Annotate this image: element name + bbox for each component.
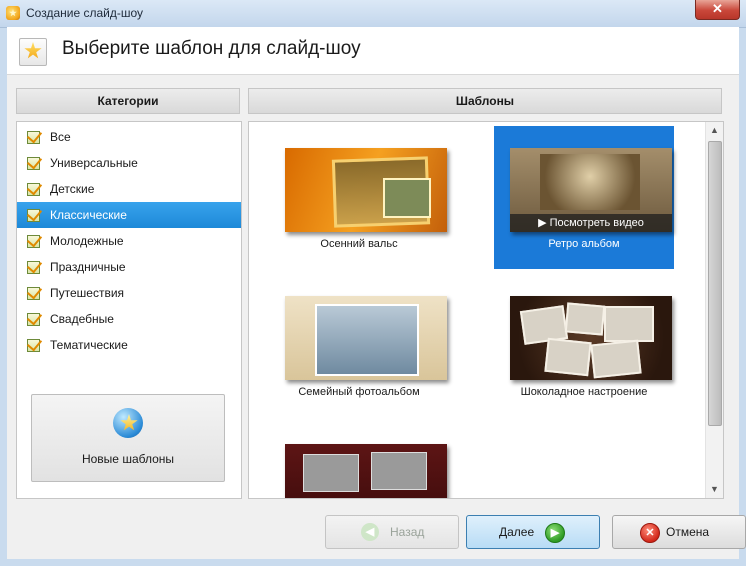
template-thumbnail bbox=[285, 148, 447, 232]
close-button[interactable]: ✕ bbox=[695, 0, 740, 20]
cancel-x-icon: ✕ bbox=[640, 523, 660, 543]
template-thumbnail bbox=[285, 296, 447, 380]
template-card-chocolate[interactable]: Шоколадное настроение bbox=[494, 274, 674, 417]
checkbox-icon bbox=[27, 157, 40, 170]
checkbox-icon bbox=[27, 131, 40, 144]
template-card-family[interactable]: Семейный фотоальбом bbox=[269, 274, 449, 417]
checkbox-icon bbox=[27, 287, 40, 300]
checkbox-icon bbox=[27, 339, 40, 352]
back-arrow-icon: ◀ bbox=[361, 523, 379, 541]
template-card-retro[interactable]: ▶ Посмотреть видео Ретро альбом bbox=[494, 126, 674, 269]
scroll-up-icon[interactable]: ▲ bbox=[706, 122, 723, 139]
preview-video-link[interactable]: ▶ Посмотреть видео bbox=[510, 214, 672, 232]
template-card-partial[interactable] bbox=[269, 422, 449, 498]
app-icon bbox=[6, 6, 20, 20]
star-icon bbox=[19, 38, 47, 66]
template-card-autumn[interactable]: Осенний вальс bbox=[269, 126, 449, 269]
category-item-wedding[interactable]: Свадебные bbox=[17, 306, 241, 332]
checkbox-icon bbox=[27, 261, 40, 274]
globe-star-icon bbox=[113, 408, 143, 438]
category-item-youth[interactable]: Молодежные bbox=[17, 228, 241, 254]
new-templates-button[interactable]: Новые шаблоны bbox=[31, 394, 225, 482]
template-name: Шоколадное настроение bbox=[520, 386, 648, 398]
page-title: Выберите шаблон для слайд-шоу bbox=[62, 38, 361, 59]
scrollbar-thumb[interactable] bbox=[708, 141, 722, 426]
templates-scrollbar[interactable]: ▲ ▼ bbox=[705, 122, 723, 498]
categories-list: Все Универсальные Детские Классические М… bbox=[16, 121, 242, 499]
checkbox-icon bbox=[27, 183, 40, 196]
dialog-body: Выберите шаблон для слайд-шоу Категории … bbox=[7, 27, 746, 559]
next-arrow-icon: ▶ bbox=[545, 523, 565, 543]
title-bar: Создание слайд-шоу ✕ bbox=[0, 0, 746, 28]
dialog-header: Выберите шаблон для слайд-шоу bbox=[7, 27, 739, 75]
category-item-universal[interactable]: Универсальные bbox=[17, 150, 241, 176]
template-thumbnail bbox=[285, 444, 447, 498]
category-item-classic[interactable]: Классические bbox=[17, 202, 241, 228]
dialog-footer: ◀ Назад Далее ▶ ✕ Отмена bbox=[7, 503, 746, 559]
template-name: Ретро альбом bbox=[548, 238, 620, 250]
next-button[interactable]: Далее ▶ bbox=[466, 515, 600, 549]
checkbox-icon bbox=[27, 313, 40, 326]
categories-header: Категории bbox=[16, 88, 240, 114]
checkbox-icon bbox=[27, 235, 40, 248]
template-thumbnail bbox=[510, 296, 672, 380]
category-item-travel[interactable]: Путешествия bbox=[17, 280, 241, 306]
template-thumbnail: ▶ Посмотреть видео bbox=[510, 148, 672, 232]
category-item-kids[interactable]: Детские bbox=[17, 176, 241, 202]
checkbox-icon bbox=[27, 209, 40, 222]
template-name: Осенний вальс bbox=[320, 238, 398, 250]
new-templates-label: Новые шаблоны bbox=[81, 452, 175, 466]
category-item-thematic[interactable]: Тематические bbox=[17, 332, 241, 358]
templates-header: Шаблоны bbox=[248, 88, 722, 114]
scroll-down-icon[interactable]: ▼ bbox=[706, 481, 723, 498]
cancel-button[interactable]: ✕ Отмена bbox=[612, 515, 746, 549]
category-item-all[interactable]: Все bbox=[17, 124, 241, 150]
back-button[interactable]: ◀ Назад bbox=[325, 515, 459, 549]
category-item-holiday[interactable]: Праздничные bbox=[17, 254, 241, 280]
template-name: Семейный фотоальбом bbox=[298, 386, 420, 398]
window-title: Создание слайд-шоу bbox=[26, 6, 143, 20]
templates-grid: Осенний вальс ▶ Посмотреть видео Ретро а… bbox=[248, 121, 724, 499]
